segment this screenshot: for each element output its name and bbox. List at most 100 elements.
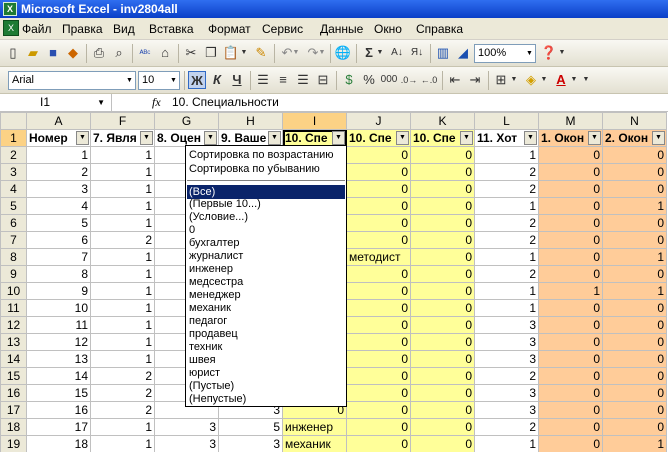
currency-icon[interactable]: $	[340, 71, 358, 89]
table-cell[interactable]: 1	[474, 282, 539, 300]
table-cell[interactable]: 0	[346, 418, 411, 436]
filter-dropdown-icon[interactable]: ▼	[396, 131, 409, 145]
percent-button[interactable]: %	[360, 71, 378, 89]
table-cell[interactable]: 0	[538, 316, 603, 334]
filter-dropdown-icon[interactable]: ▼	[140, 131, 153, 145]
filter-dropdown-icon[interactable]: ▼	[76, 131, 89, 145]
table-cell[interactable]: 0	[346, 214, 411, 232]
paste-icon[interactable]: 📋	[222, 44, 240, 62]
table-cell[interactable]: 0	[410, 384, 475, 402]
table-cell[interactable]: 0	[346, 163, 411, 181]
table-cell[interactable]: 2	[90, 384, 155, 402]
table-cell[interactable]: 12	[26, 333, 91, 351]
table-cell[interactable]: 0	[346, 197, 411, 215]
header-cell[interactable]: 10. Спе ▼	[282, 129, 347, 147]
table-cell[interactable]: 0	[410, 350, 475, 368]
sort-ascending-icon[interactable]: A↓	[388, 44, 406, 62]
filter-option[interactable]: продавец	[189, 328, 238, 340]
name-box[interactable]: I1 ▼	[0, 94, 112, 112]
table-cell[interactable]: 0	[410, 248, 475, 266]
table-cell[interactable]: 0	[538, 435, 603, 452]
table-cell[interactable]: 3	[474, 350, 539, 368]
table-cell[interactable]: 16	[26, 401, 91, 419]
header-cell[interactable]: 10. Спе ▼	[346, 129, 411, 147]
table-cell[interactable]: 0	[346, 401, 411, 419]
menu-help[interactable]: Справка	[416, 22, 463, 36]
column-header-i[interactable]: I	[282, 112, 347, 130]
table-cell[interactable]: 1	[90, 214, 155, 232]
column-header-g[interactable]: G	[154, 112, 219, 130]
filter-dropdown-icon[interactable]: ▼	[460, 131, 473, 145]
table-cell[interactable]: 3	[474, 384, 539, 402]
copy-icon[interactable]: ❐	[202, 44, 220, 62]
table-cell[interactable]: 0	[410, 180, 475, 198]
table-cell[interactable]: 0	[346, 384, 411, 402]
filter-option[interactable]: (Все)	[187, 185, 345, 199]
table-cell[interactable]: 0	[346, 350, 411, 368]
undo-dropdown-icon[interactable]: ▼	[292, 44, 300, 62]
table-cell[interactable]: 1	[90, 146, 155, 164]
increase-indent-icon[interactable]: ⇥	[466, 71, 484, 89]
row-header[interactable]: 7	[0, 231, 27, 249]
row-header[interactable]: 19	[0, 435, 27, 452]
borders-icon[interactable]: ⊞	[492, 71, 510, 89]
font-color-icon[interactable]: A	[552, 71, 570, 89]
filter-option[interactable]: медсестра	[189, 276, 243, 288]
column-header-n[interactable]: N	[602, 112, 667, 130]
table-cell[interactable]: 11	[26, 316, 91, 334]
table-cell[interactable]: 1	[90, 197, 155, 215]
menu-insert[interactable]: Вставка	[149, 22, 194, 36]
column-header-l[interactable]: L	[474, 112, 539, 130]
table-cell[interactable]: 14	[26, 367, 91, 385]
permission-icon[interactable]: ◆	[64, 44, 82, 62]
row-header[interactable]: 4	[0, 180, 27, 198]
table-cell[interactable]: 8	[26, 265, 91, 283]
table-cell[interactable]: 1	[602, 197, 667, 215]
table-cell[interactable]: 0	[410, 214, 475, 232]
header-cell[interactable]: 1. Окон ▼	[538, 129, 603, 147]
table-cell[interactable]: 0	[346, 435, 411, 452]
table-cell[interactable]: 4	[26, 197, 91, 215]
font-name-combo[interactable]: Arial ▼	[8, 71, 136, 90]
table-cell[interactable]: 1	[90, 316, 155, 334]
table-cell[interactable]: 1	[90, 333, 155, 351]
column-header-j[interactable]: J	[346, 112, 411, 130]
chevron-down-icon[interactable]: ▼	[524, 45, 535, 62]
table-cell[interactable]: 0	[602, 418, 667, 436]
table-cell[interactable]: 0	[538, 333, 603, 351]
row-header[interactable]: 13	[0, 333, 27, 351]
row-header[interactable]: 6	[0, 214, 27, 232]
filter-option[interactable]: журналист	[189, 250, 243, 262]
column-header-a[interactable]: A	[26, 112, 91, 130]
table-cell[interactable]: 0	[602, 316, 667, 334]
row-header[interactable]: 10	[0, 282, 27, 300]
column-header-h[interactable]: H	[218, 112, 283, 130]
filter-option[interactable]: юрист	[189, 367, 220, 379]
table-cell[interactable]: 0	[410, 146, 475, 164]
table-cell[interactable]: методист	[346, 248, 411, 266]
header-cell[interactable]: 9. Ваше ▼	[218, 129, 283, 147]
header-cell[interactable]: 7. Явля ▼	[90, 129, 155, 147]
row-header[interactable]: 14	[0, 350, 27, 368]
table-cell[interactable]: 1	[474, 146, 539, 164]
autosum-dropdown-icon[interactable]: ▼	[376, 44, 384, 62]
borders-dropdown-icon[interactable]: ▼	[510, 71, 518, 89]
table-cell[interactable]: 0	[602, 401, 667, 419]
table-cell[interactable]: 0	[410, 418, 475, 436]
table-cell[interactable]: 1	[90, 265, 155, 283]
table-cell[interactable]: 2	[474, 214, 539, 232]
table-cell[interactable]: 18	[26, 435, 91, 452]
table-cell[interactable]: 0	[538, 146, 603, 164]
help-icon[interactable]: ❓	[540, 44, 558, 62]
table-cell[interactable]: 2	[474, 163, 539, 181]
print-icon[interactable]: ⎙	[90, 44, 108, 62]
table-cell[interactable]: 0	[346, 146, 411, 164]
menu-format[interactable]: Формат	[208, 22, 251, 36]
table-cell[interactable]: 0	[538, 265, 603, 283]
table-cell[interactable]: 5	[26, 214, 91, 232]
table-cell[interactable]: 0	[346, 333, 411, 351]
table-cell[interactable]: 0	[410, 435, 475, 452]
drawing-icon[interactable]: ◢	[454, 44, 472, 62]
filter-option[interactable]: (Первые 10...)	[189, 198, 261, 210]
filter-dropdown-icon[interactable]: ▼	[204, 131, 217, 145]
